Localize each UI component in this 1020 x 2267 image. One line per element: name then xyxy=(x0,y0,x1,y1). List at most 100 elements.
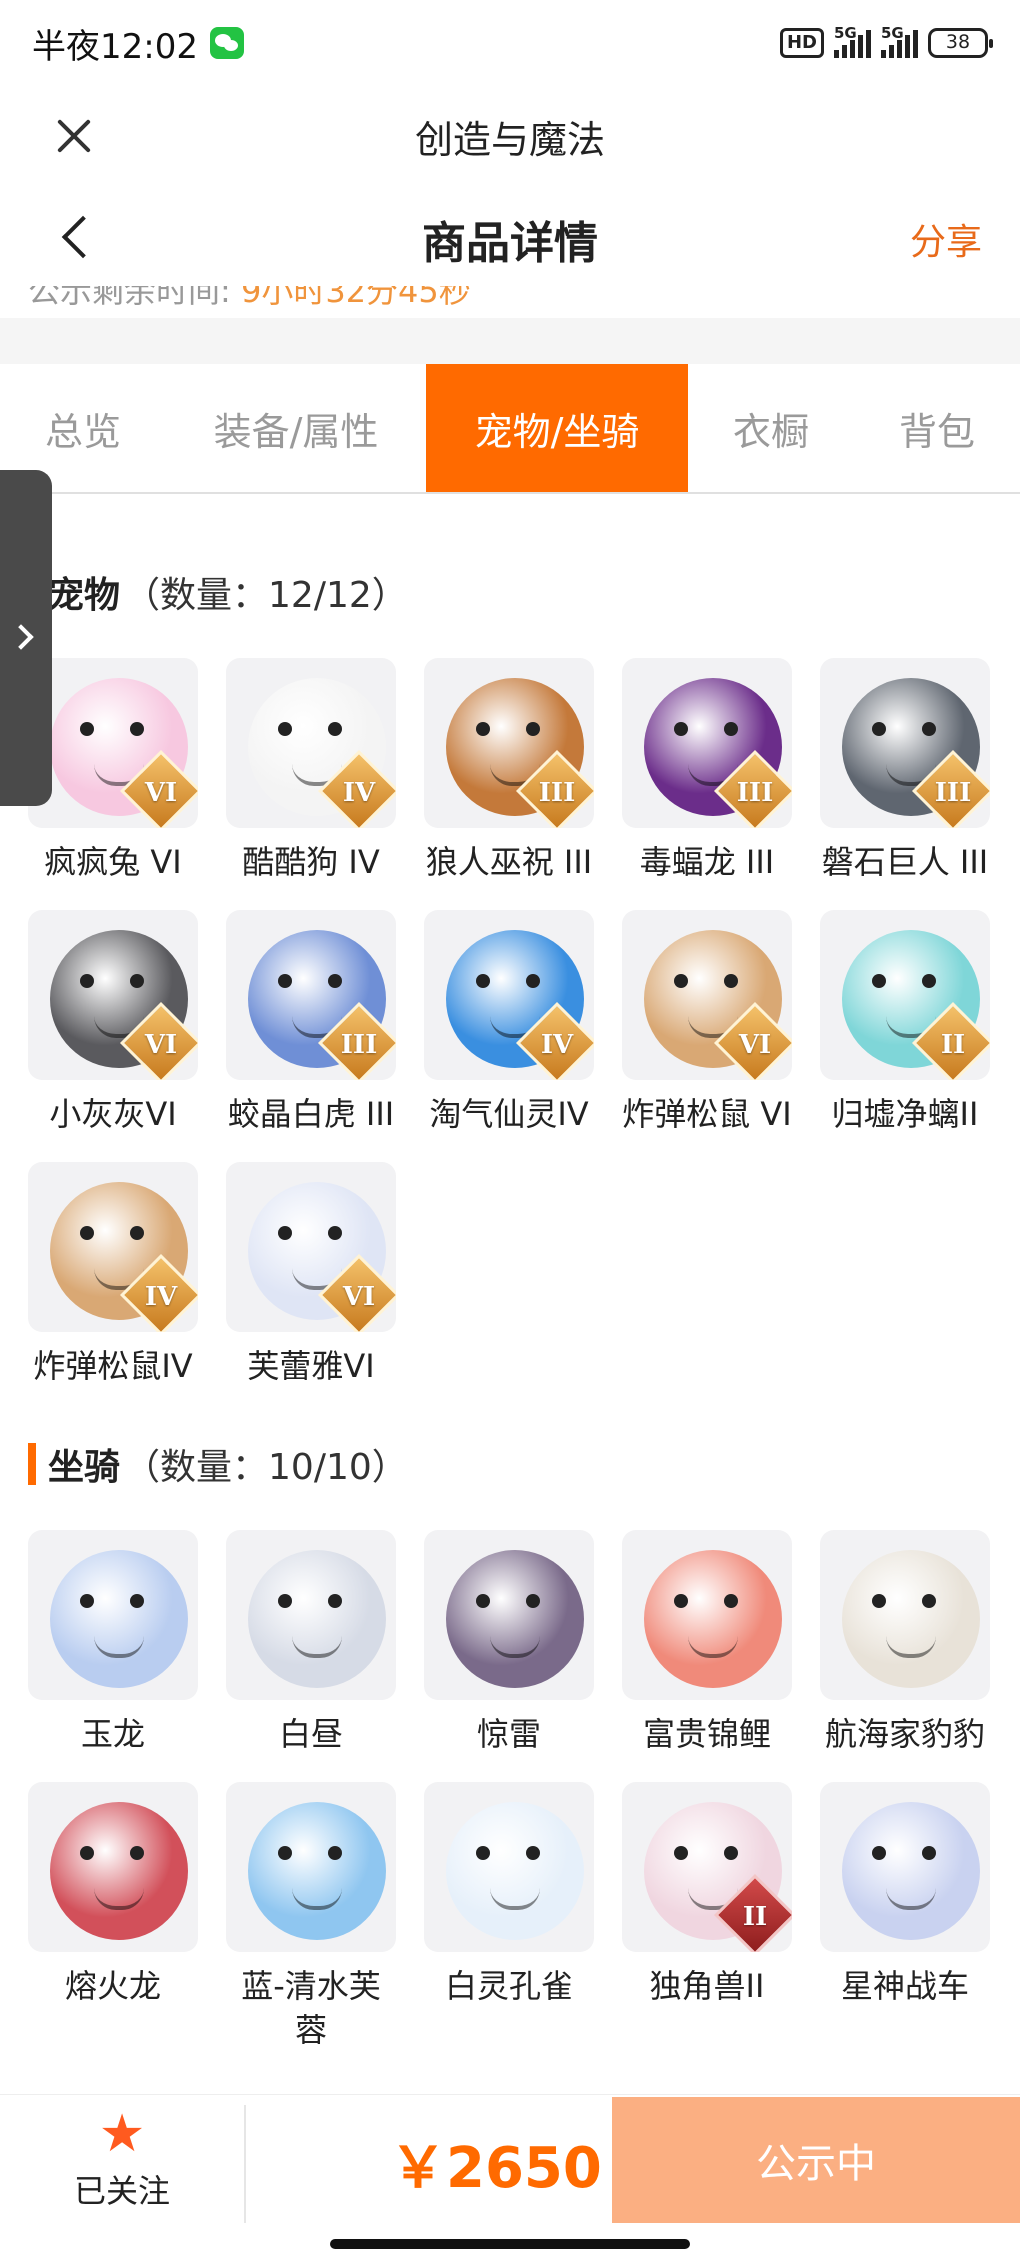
item-artwork xyxy=(248,1550,386,1688)
item-label: 毒蝠龙 III xyxy=(639,843,775,881)
item-label: 独角兽II xyxy=(649,1967,765,2005)
detail-tabs: 总览 装备/属性 宠物/坐骑 衣橱 背包 xyxy=(0,364,1020,494)
item-label: 炸弹松鼠IV xyxy=(33,1347,193,1385)
item-artwork xyxy=(446,1550,584,1688)
signal-icon: 5G xyxy=(834,24,871,58)
item-label: 归墟净螭II xyxy=(831,1095,979,1133)
item-label: 淘气仙灵IV xyxy=(429,1095,589,1133)
item-label: 疯疯兔 VI xyxy=(44,843,182,881)
item-label: 小灰灰VI xyxy=(49,1095,177,1133)
grid-item[interactable]: 惊雷 xyxy=(424,1530,594,1756)
item-thumbnail: VI xyxy=(28,910,198,1080)
publicity-status-button[interactable]: 公示中 xyxy=(612,2097,1020,2223)
price: ￥2650 xyxy=(390,2136,602,2201)
grid-item[interactable]: II 归墟净螭II xyxy=(820,910,990,1136)
item-label: 惊雷 xyxy=(476,1715,541,1753)
grid-item[interactable]: II 独角兽II xyxy=(622,1782,792,2052)
item-label: 狼人巫祝 III xyxy=(425,843,593,881)
grid-item[interactable]: III 狼人巫祝 III xyxy=(424,658,594,884)
grid-item[interactable]: III 磐石巨人 III xyxy=(820,658,990,884)
item-label: 芙蕾雅VI xyxy=(247,1347,375,1385)
mounts-grid: 玉龙 白昼 惊雷 富贵锦鲤 航海家豹豹熔火龙 蓝-清水芙蓉 白灵孔雀 II 独角兽II 星神战车 xyxy=(28,1530,990,2052)
grid-item[interactable]: 富贵锦鲤 xyxy=(622,1530,792,1756)
page-title: 商品详情 xyxy=(422,218,598,269)
grid-item[interactable]: 白昼 xyxy=(226,1530,396,1756)
home-indicator[interactable] xyxy=(330,2239,690,2249)
rank-text: II xyxy=(940,1030,966,1060)
item-label: 星神战车 xyxy=(840,1967,969,2005)
rank-text: IV xyxy=(540,1030,574,1060)
item-thumbnail xyxy=(226,1782,396,1952)
wechat-icon xyxy=(209,27,244,59)
mounts-section-title: 坐骑 （数量：10/10） xyxy=(28,1438,408,1490)
item-thumbnail: VI xyxy=(226,1162,396,1332)
grid-item[interactable]: IV 淘气仙灵IV xyxy=(424,910,594,1136)
back-icon[interactable] xyxy=(58,216,98,256)
item-label: 蛟晶白虎 III xyxy=(227,1095,395,1133)
item-thumbnail xyxy=(28,1782,198,1952)
app-title: 创造与魔法 xyxy=(414,117,605,162)
star-icon: ★ xyxy=(98,2104,146,2164)
grid-item[interactable]: VI 芙蕾雅VI xyxy=(226,1162,396,1388)
grid-item[interactable]: III 蛟晶白虎 III xyxy=(226,910,396,1136)
grid-item[interactable]: IV 酷酷狗 IV xyxy=(226,658,396,884)
status-bar: 半夜12:02 HD 5G 5G 38 xyxy=(0,0,1020,86)
follow-button[interactable]: ★ 已关注 xyxy=(0,2095,244,2225)
status-indicators: HD 5G 5G 38 xyxy=(779,24,993,58)
item-artwork xyxy=(248,1802,386,1940)
item-label: 玉龙 xyxy=(80,1715,145,1753)
item-label: 白昼 xyxy=(278,1715,343,1753)
item-label: 航海家豹豹 xyxy=(824,1715,985,1753)
grid-item[interactable]: VI 疯疯兔 VI xyxy=(28,658,198,884)
pets-grid: VI 疯疯兔 VI IV 酷酷狗 IV III 狼人巫祝 III III 毒蝠龙 III III… xyxy=(28,658,990,1388)
tab-wardrobe[interactable]: 衣橱 xyxy=(688,364,854,492)
tab-backpack[interactable]: 背包 xyxy=(854,364,1020,492)
bottom-bar: ★ 已关注 ￥2650 公示中 xyxy=(0,2094,1020,2267)
item-label: 熔火龙 xyxy=(64,1967,161,2005)
rank-text: VI xyxy=(738,1030,772,1060)
item-thumbnail: VI xyxy=(622,910,792,1080)
rank-text: III xyxy=(538,778,576,808)
item-artwork xyxy=(842,1550,980,1688)
rank-text: II xyxy=(742,1902,768,1932)
item-thumbnail: II xyxy=(820,910,990,1080)
item-thumbnail xyxy=(424,1530,594,1700)
close-icon[interactable] xyxy=(54,116,94,156)
rank-text: III xyxy=(736,778,774,808)
grid-item[interactable]: III 毒蝠龙 III xyxy=(622,658,792,884)
grid-item[interactable]: 熔火龙 xyxy=(28,1782,198,2052)
item-artwork xyxy=(842,1802,980,1940)
rank-text: IV xyxy=(342,778,376,808)
rank-text: III xyxy=(934,778,972,808)
item-thumbnail xyxy=(820,1782,990,1952)
item-thumbnail xyxy=(28,1530,198,1700)
grid-item[interactable]: IV 炸弹松鼠IV xyxy=(28,1162,198,1388)
tab-equipment[interactable]: 装备/属性 xyxy=(166,364,426,492)
grid-item[interactable]: 星神战车 xyxy=(820,1782,990,2052)
item-thumbnail: III xyxy=(820,658,990,828)
item-label: 磐石巨人 III xyxy=(821,843,989,881)
item-thumbnail: IV xyxy=(424,910,594,1080)
item-thumbnail: IV xyxy=(28,1162,198,1332)
grid-item[interactable]: 白灵孔雀 xyxy=(424,1782,594,2052)
grid-item[interactable]: VI 炸弹松鼠 VI xyxy=(622,910,792,1136)
follow-label: 已关注 xyxy=(73,2172,170,2210)
tab-pets-mounts[interactable]: 宠物/坐骑 xyxy=(426,364,688,492)
rank-text: III xyxy=(340,1030,378,1060)
chevron-right-icon xyxy=(8,624,34,650)
share-button[interactable]: 分享 xyxy=(910,213,982,265)
item-artwork xyxy=(50,1802,188,1940)
item-thumbnail: II xyxy=(622,1782,792,1952)
side-drawer-handle[interactable] xyxy=(0,470,52,806)
item-thumbnail: III xyxy=(622,658,792,828)
divider xyxy=(244,2105,246,2223)
item-thumbnail xyxy=(622,1530,792,1700)
status-time: 半夜12:02 xyxy=(32,26,198,67)
grid-item[interactable]: 玉龙 xyxy=(28,1530,198,1756)
grid-item[interactable]: 航海家豹豹 xyxy=(820,1530,990,1756)
battery-icon: 38 xyxy=(928,28,993,58)
signal-icon-2: 5G xyxy=(881,24,918,58)
grid-item[interactable]: 蓝-清水芙蓉 xyxy=(226,1782,396,2052)
grid-item[interactable]: VI 小灰灰VI xyxy=(28,910,198,1136)
item-thumbnail xyxy=(820,1530,990,1700)
